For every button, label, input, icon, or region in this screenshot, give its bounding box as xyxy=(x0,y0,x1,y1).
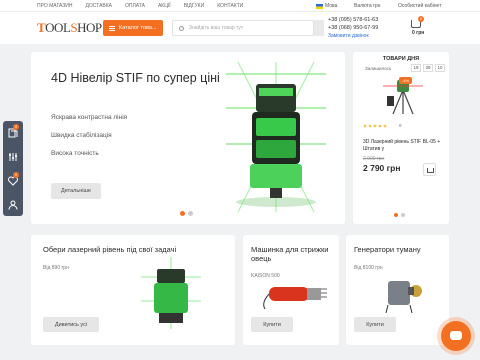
topnav-reviews[interactable]: ВІДГУКИ xyxy=(184,3,205,9)
card-view-all-button[interactable]: Дивитись усі xyxy=(43,317,99,332)
logo-hop: HOP xyxy=(77,20,102,35)
rating-count: 8 xyxy=(399,123,402,128)
flag-icon xyxy=(316,3,323,9)
add-to-cart-button[interactable] xyxy=(423,163,436,176)
card-price: Від 890 грн xyxy=(43,265,69,271)
callback-link[interactable]: Замовити дзвінок xyxy=(328,32,378,40)
hero-feature: Яскрава контрастна лінія xyxy=(51,114,128,121)
search-icon xyxy=(179,25,184,31)
card-title: Машинка для стрижки овець xyxy=(251,245,329,263)
deal-pagination xyxy=(394,213,405,217)
new-price: 2 790 грн xyxy=(363,163,401,173)
deal-dot[interactable] xyxy=(394,213,398,217)
top-nav: ПРО МАГАЗИН ДОСТАВКА ОПЛАТА АКЦІЇ ВІДГУК… xyxy=(37,3,243,9)
cart-badge: 0 xyxy=(418,16,424,22)
top-bar: ПРО МАГАЗИН ДОСТАВКА ОПЛАТА АКЦІЇ ВІДГУК… xyxy=(0,0,480,12)
chat-button[interactable] xyxy=(441,321,471,351)
discount-badge: -4% xyxy=(399,77,413,84)
search-input[interactable]: Знайдіть ваш товар тут xyxy=(172,20,314,36)
catalog-label: Каталог това... xyxy=(119,25,157,31)
topnav-payment[interactable]: ОПЛАТА xyxy=(125,3,145,9)
hero-feature: Висока точність xyxy=(51,150,99,157)
catalog-button[interactable]: Каталог това... xyxy=(103,20,163,36)
countdown-timer: 19 39 10 xyxy=(411,64,445,72)
filter-icon[interactable] xyxy=(8,152,18,162)
topnav-delivery[interactable]: ДОСТАВКА xyxy=(85,3,112,9)
language-label: Мова xyxy=(325,3,338,9)
sidebar-widget: 0 0 xyxy=(3,121,23,216)
hero-feature: Швидка стабілізація xyxy=(51,132,112,139)
star-icon xyxy=(373,124,377,128)
currency-select[interactable]: Валюта грн xyxy=(354,3,380,9)
star-icon xyxy=(363,124,367,128)
card-price: Від 8100 грн xyxy=(354,265,383,271)
timer-seconds: 10 xyxy=(435,64,445,72)
star-icon xyxy=(368,124,372,128)
menu-icon xyxy=(109,25,115,31)
logo-t: T xyxy=(37,20,46,35)
card-buy-button[interactable]: Купити xyxy=(251,317,293,332)
search-placeholder: Знайдіть ваш товар тут xyxy=(189,25,244,31)
cart-button[interactable]: 0 xyxy=(410,16,424,31)
topnav-promos[interactable]: АКЦІЇ xyxy=(158,3,171,9)
card-product-image xyxy=(263,287,327,309)
hero-title: 4D Нівелір STIF по супер ціні xyxy=(51,71,220,85)
card-title: Генератори туману xyxy=(354,245,421,254)
logo[interactable]: TOOLSHOP xyxy=(37,20,102,36)
promo-card-clipper: Машинка для стрижки овець KAISON 500 Куп… xyxy=(243,235,339,345)
hero-dot[interactable] xyxy=(180,211,185,216)
search-button[interactable] xyxy=(314,20,324,36)
language-select[interactable]: Мова xyxy=(316,3,337,9)
phones: +38 (095) 578-61-63 +38 (068) 950-67-99 … xyxy=(328,16,378,40)
hero-pagination xyxy=(180,211,193,216)
deal-title: ТОВАРИ ДНЯ xyxy=(382,56,420,62)
laser-level-image xyxy=(226,62,326,212)
timer-hours: 19 xyxy=(411,64,421,72)
phone-1[interactable]: +38 (095) 578-61-63 xyxy=(328,16,378,24)
favorites-badge: 0 xyxy=(13,172,19,178)
account-link[interactable]: Особистий кабінет xyxy=(398,3,441,9)
deal-dot[interactable] xyxy=(401,213,405,217)
header: TOOLSHOP Каталог това... Знайдіть ваш то… xyxy=(0,12,480,44)
promo-card-laser: Обери лазерний рівень під свої задачі Ві… xyxy=(31,235,235,345)
rating-stars xyxy=(363,124,387,128)
card-buy-button[interactable]: Купити xyxy=(354,317,396,332)
promo-card-fog: Генератори туману Від 8100 грн Купити xyxy=(346,235,449,345)
compare-badge: 0 xyxy=(13,124,19,130)
topnav-about[interactable]: ПРО МАГАЗИН xyxy=(37,3,72,9)
card-product-image xyxy=(141,257,201,329)
timer-minutes: 39 xyxy=(423,64,433,72)
old-price: 2 900 грн xyxy=(363,156,385,162)
star-icon xyxy=(383,124,387,128)
phone-2[interactable]: +38 (068) 950-67-99 xyxy=(328,24,378,32)
card-product-image xyxy=(385,281,422,313)
cart-total: 0 грн xyxy=(412,30,425,36)
star-icon xyxy=(378,124,382,128)
hero-details-button[interactable]: Детальніше xyxy=(51,183,101,199)
logo-ool: OOL xyxy=(45,20,71,35)
hero-dot[interactable] xyxy=(188,211,193,216)
timer-label: Залишилось xyxy=(365,66,392,71)
topnav-contacts[interactable]: КОНТАКТИ xyxy=(217,3,243,9)
deal-product-name[interactable]: 3D Лазерний рівень STIF BL-05 + Штатив у xyxy=(363,139,441,153)
user-icon[interactable] xyxy=(8,200,18,210)
card-title: Обери лазерний рівень під свої задачі xyxy=(43,245,177,254)
hero-banner: 4D Нівелір STIF по супер ціні Яскрава ко… xyxy=(31,52,345,224)
deal-of-day: ТОВАРИ ДНЯ Залишилось 19 39 10 -4% 8 3D … xyxy=(353,52,449,224)
